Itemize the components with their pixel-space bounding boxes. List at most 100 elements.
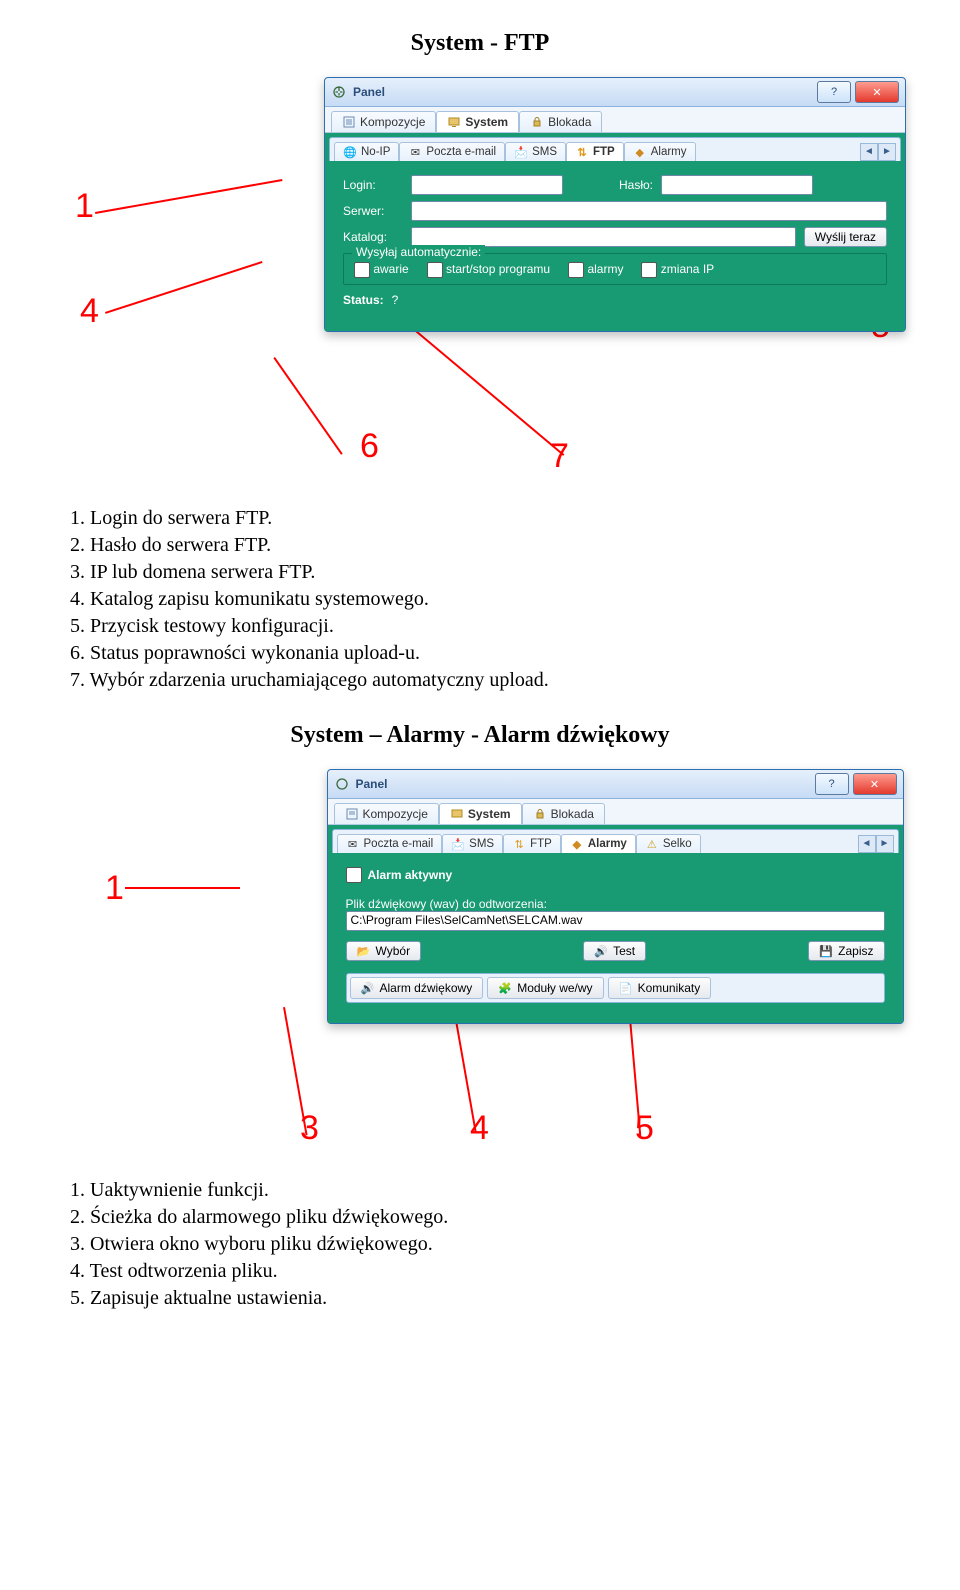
chk-alarm-aktywny[interactable]: Alarm aktywny (346, 867, 453, 883)
chk-startstop[interactable]: start/stop programu (427, 262, 550, 278)
help-button[interactable]: ? (817, 81, 851, 103)
window-title: Panel (356, 777, 388, 791)
subtab-label: FTP (530, 838, 552, 850)
login-input[interactable] (411, 175, 563, 195)
subtab-poczta[interactable]: ✉ Poczta e-mail (399, 142, 505, 161)
pointer-line (105, 261, 263, 314)
label-katalog: Katalog: (343, 230, 403, 244)
callout-1: 1 (105, 869, 124, 908)
list-item: 3. Otwiera okno wyboru pliku dźwiękowego… (70, 1233, 930, 1256)
tab-label: Blokada (551, 807, 594, 821)
tab-blokada[interactable]: Blokada (522, 803, 605, 824)
ftp-icon: ⇅ (575, 145, 589, 159)
callout-4: 4 (80, 292, 99, 331)
alarm-icon: ◆ (633, 145, 647, 159)
tabs-scroll-left[interactable]: ◄ (860, 143, 878, 161)
folder-open-icon: 📂 (357, 944, 371, 958)
titlebar: Panel ? ✕ (328, 770, 903, 799)
subtabs: ✉ Poczta e-mail 📩 SMS ⇅ FTP ◆ Alarmy ⚠ (332, 829, 899, 853)
callout-6: 6 (360, 427, 379, 466)
label-plik: Plik dźwiękowy (wav) do odtworzenia: (346, 897, 885, 911)
tab-kompozycje[interactable]: Kompozycje (334, 803, 439, 824)
list-item: 5. Przycisk testowy konfiguracji. (70, 615, 930, 638)
subtabs-wrap: ✉ Poczta e-mail 📩 SMS ⇅ FTP ◆ Alarmy ⚠ (328, 825, 903, 1023)
subtab-sms[interactable]: 📩 SMS (505, 142, 566, 161)
list-icon (342, 115, 356, 129)
path-input[interactable]: C:\Program Files\SelCamNet\SELCAM.wav (346, 911, 885, 931)
tab-label: System (468, 807, 511, 821)
label-login: Login: (343, 178, 403, 192)
pointer-line (283, 1007, 308, 1135)
list-1: 1. Login do serwera FTP. 2. Hasło do ser… (70, 507, 930, 692)
chk-label: start/stop programu (446, 262, 550, 276)
sms-icon: 📩 (451, 837, 465, 851)
tab-label: Kompozycje (360, 115, 425, 129)
pointer-line (273, 357, 342, 455)
wybor-button[interactable]: 📂 Wybór (346, 941, 422, 961)
tab-label: Blokada (548, 115, 591, 129)
tabs-scroll-right[interactable]: ► (878, 143, 896, 161)
list-item: 4. Katalog zapisu komunikatu systemowego… (70, 588, 930, 611)
chk-alarmy[interactable]: alarmy (568, 262, 623, 278)
list-item: 5. Zapisuje aktualne ustawienia. (70, 1287, 930, 1310)
tab-kompozycje[interactable]: Kompozycje (331, 111, 436, 132)
itab-label: Alarm dźwiękowy (380, 981, 473, 995)
chk-zmiana-ip[interactable]: zmiana IP (641, 262, 714, 278)
subtab-alarmy[interactable]: ◆ Alarmy (624, 142, 696, 161)
inner-tab-moduly[interactable]: 🧩 Moduły we/wy (487, 977, 603, 999)
module-icon: 🧩 (498, 981, 512, 995)
subtab-ftp[interactable]: ⇅ FTP (566, 142, 624, 161)
list-item: 2. Ścieżka do alarmowego pliku dźwiękowe… (70, 1206, 930, 1229)
tabs-scroll-right[interactable]: ► (876, 835, 894, 853)
tabs-scroll-left[interactable]: ◄ (858, 835, 876, 853)
chk-awarie[interactable]: awarie (354, 262, 409, 278)
test-button[interactable]: 🔊 Test (583, 941, 646, 961)
subtab-ftp[interactable]: ⇅ FTP (503, 834, 561, 853)
alarm-icon: ◆ (570, 837, 584, 851)
tab-blokada[interactable]: Blokada (519, 111, 602, 132)
subtab-selko[interactable]: ⚠ Selko (636, 834, 701, 853)
itab-label: Komunikaty (638, 981, 701, 995)
fieldset-auto: Wysyłaj automatycznie: awarie start/stop… (343, 253, 887, 285)
mail-icon: ✉ (346, 837, 360, 851)
figure-2: 1 2 3 4 5 Panel ? ✕ Kompozycje (55, 769, 905, 1149)
lock-icon (530, 115, 544, 129)
titlebar: Panel ? ✕ (325, 78, 905, 107)
globe-icon: 🌐 (343, 145, 357, 159)
speaker-icon: 🔊 (361, 981, 375, 995)
list-item: 6. Status poprawności wykonania upload-u… (70, 642, 930, 665)
status-value: ? (392, 293, 399, 307)
close-button[interactable]: ✕ (855, 81, 899, 103)
button-row: 📂 Wybór 🔊 Test 💾 Zapisz (346, 941, 885, 961)
katalog-input[interactable] (411, 227, 796, 247)
itab-label: Moduły we/wy (517, 981, 592, 995)
haslo-input[interactable] (661, 175, 813, 195)
chk-label: awarie (373, 262, 408, 276)
chk-label: Alarm aktywny (368, 868, 453, 882)
help-button[interactable]: ? (815, 773, 849, 795)
subtab-poczta[interactable]: ✉ Poczta e-mail (337, 834, 443, 853)
tab-label: System (465, 115, 508, 129)
callout-7: 7 (550, 437, 569, 476)
subtab-sms[interactable]: 📩 SMS (442, 834, 503, 853)
figure-1: 1 2 3 4 5 6 7 Panel ? ✕ Kompozycje (55, 77, 905, 477)
subtab-label: No-IP (361, 146, 390, 158)
wyslij-teraz-button[interactable]: Wyślij teraz (804, 227, 887, 247)
close-button[interactable]: ✕ (853, 773, 897, 795)
inner-tab-komunikaty[interactable]: 📄 Komunikaty (608, 977, 712, 999)
subtabs: 🌐 No-IP ✉ Poczta e-mail 📩 SMS ⇅ FTP ◆ (329, 137, 901, 161)
chk-label: zmiana IP (661, 262, 714, 276)
subtab-noip[interactable]: 🌐 No-IP (334, 142, 399, 161)
list-item: 3. IP lub domena serwera FTP. (70, 561, 930, 584)
panel-window-alarm: Panel ? ✕ Kompozycje System (327, 769, 904, 1024)
fieldset-legend: Wysyłaj automatycznie: (352, 245, 485, 259)
inner-tab-alarm[interactable]: 🔊 Alarm dźwiękowy (350, 977, 484, 999)
tab-system[interactable]: System (436, 111, 519, 132)
list-item: 2. Hasło do serwera FTP. (70, 534, 930, 557)
lock-icon (533, 807, 547, 821)
label-haslo: Hasło: (619, 178, 653, 192)
serwer-input[interactable] (411, 201, 887, 221)
subtab-alarmy[interactable]: ◆ Alarmy (561, 834, 636, 853)
tab-system[interactable]: System (439, 803, 522, 824)
zapisz-button[interactable]: 💾 Zapisz (808, 941, 884, 961)
